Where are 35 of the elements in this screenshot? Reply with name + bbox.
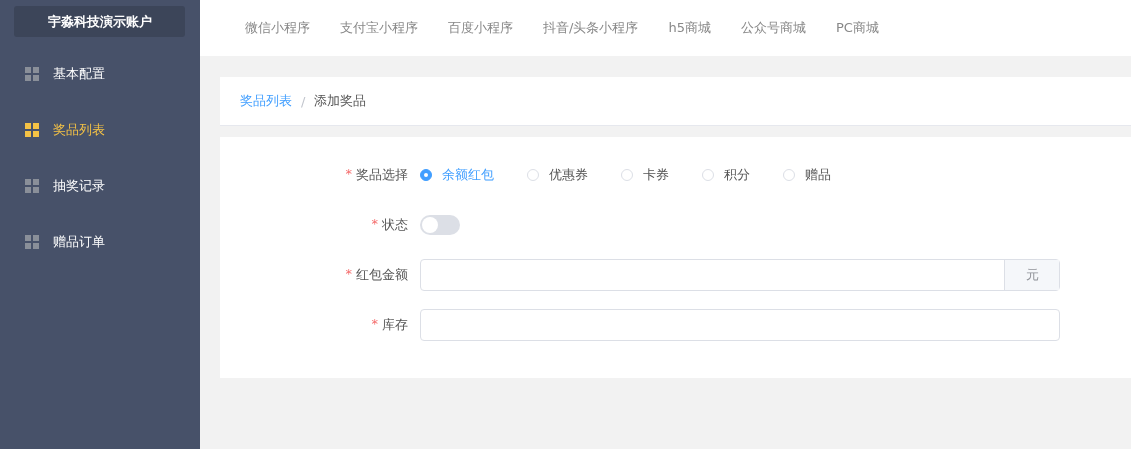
- breadcrumb-separator: /: [301, 93, 306, 109]
- toggle-switch[interactable]: [420, 215, 460, 235]
- required-mark: *: [345, 266, 352, 283]
- nav-link[interactable]: 公众号商城: [740, 19, 806, 37]
- breadcrumb-item: 添加奖品: [314, 92, 367, 110]
- nav-link[interactable]: 微信小程序: [245, 19, 310, 37]
- sidebar-item[interactable]: 奖品列表: [0, 102, 200, 158]
- grid-icon: [25, 179, 39, 193]
- nav-link[interactable]: h5商城: [668, 19, 711, 37]
- sidebar-item[interactable]: 基本配置: [0, 46, 200, 102]
- breadcrumb-item[interactable]: 奖品列表: [240, 92, 292, 110]
- field-label: 状态: [382, 216, 408, 234]
- radio-option[interactable]: 卡券: [621, 166, 669, 184]
- sidebar-item[interactable]: 赠品订单: [0, 214, 200, 270]
- nav-link[interactable]: PC商城: [835, 19, 879, 37]
- radio-icon[interactable]: [420, 169, 432, 181]
- grid-icon: [25, 235, 39, 249]
- nav-link[interactable]: 百度小程序: [448, 19, 513, 37]
- radio-option[interactable]: 积分: [702, 166, 750, 184]
- grid-icon: [25, 123, 39, 137]
- account-name: 宇淼科技演示账户: [14, 6, 185, 37]
- required-mark: *: [371, 316, 378, 333]
- input-field[interactable]: [420, 309, 1060, 341]
- nav-link[interactable]: 支付宝小程序: [340, 19, 418, 37]
- radio-option[interactable]: 优惠券: [527, 166, 588, 184]
- field-label: 库存: [382, 316, 408, 334]
- grid-icon: [25, 67, 39, 81]
- radio-option[interactable]: 余额红包: [420, 166, 494, 184]
- field-label: 奖品选择: [356, 166, 408, 184]
- required-mark: *: [371, 216, 378, 233]
- radio-option[interactable]: 赠品: [783, 166, 831, 184]
- field-label: 红包金额: [356, 266, 408, 284]
- nav-link[interactable]: 抖音/头条小程序: [543, 19, 639, 37]
- required-mark: *: [345, 166, 352, 183]
- sidebar-item[interactable]: 抽奖记录: [0, 158, 200, 214]
